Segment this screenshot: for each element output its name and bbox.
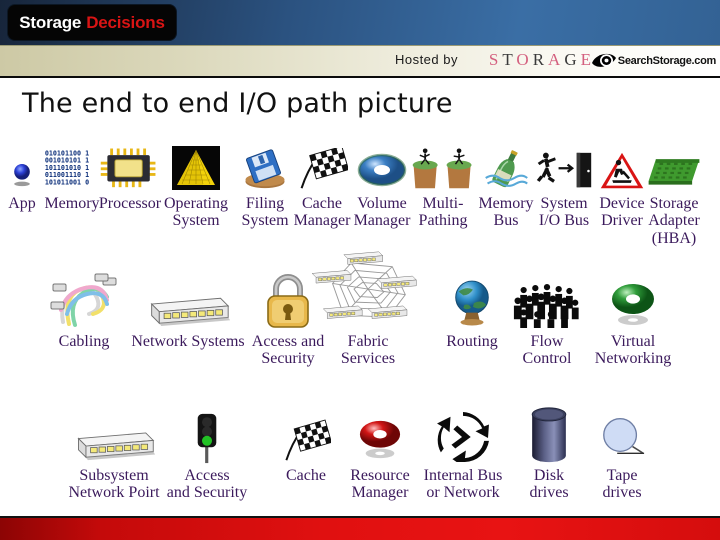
switch-device-icon xyxy=(144,293,232,327)
storage-letter: T xyxy=(502,50,517,69)
header-blue-band: Storage Decisions xyxy=(0,0,720,45)
component-label: Cabling xyxy=(58,333,110,350)
floppy-disk-icon xyxy=(239,148,291,190)
torus-ring-icon xyxy=(357,150,407,190)
component-label: Virtual Networking xyxy=(594,333,672,368)
yellow-pyramid-icon xyxy=(172,146,220,190)
blue-sphere-icon xyxy=(9,156,35,190)
storage-decisions-logo: Storage Decisions xyxy=(8,5,176,40)
storage-letter: R xyxy=(532,50,549,69)
two-cliff-hikers-icon xyxy=(410,146,476,190)
padlock-icon xyxy=(263,270,313,330)
component-label: Tape drives xyxy=(602,467,642,502)
io-path-diagram: App 010101100 1 001010101 1 101101010 1 0110… xyxy=(0,130,720,518)
slide-title: The end to end I/O path picture xyxy=(22,88,453,119)
searchstorage-brand-text: SearchStorage.com xyxy=(617,55,717,67)
searchstorage-logo: SearchStorage.com xyxy=(591,49,716,73)
green-board-icon xyxy=(645,152,703,190)
runner-door-icon xyxy=(535,148,593,190)
binary-digits-icon: 010101100 1 001010101 1 101101010 1 0110011… xyxy=(43,148,101,188)
hosted-by-label: Hosted by xyxy=(394,52,458,67)
tangled-cables-icon xyxy=(49,270,119,330)
traffic-light-icon xyxy=(194,410,220,464)
roadworks-sign-icon xyxy=(599,150,645,190)
recycle-arrows-icon xyxy=(436,412,490,462)
checkered-flag-icon xyxy=(296,148,348,190)
globe-icon xyxy=(449,276,495,328)
crowd-people-icon xyxy=(511,282,583,328)
svg-text:101011001 0: 101011001 0 xyxy=(45,178,89,186)
storage-letter: A xyxy=(548,50,565,69)
storage-letter: G xyxy=(564,50,581,69)
switch-device-icon xyxy=(71,427,157,461)
logo-primary-text: Storage xyxy=(19,12,82,32)
tape-reel-icon xyxy=(598,414,646,460)
champagne-bottle-icon xyxy=(482,146,530,190)
eye-icon xyxy=(591,53,616,67)
red-torus-icon xyxy=(354,418,406,462)
disk-cylinder-icon xyxy=(528,406,570,464)
storage-magazine-wordmark: STORAGE xyxy=(489,50,595,70)
footer-red-bar xyxy=(0,516,720,540)
component-label: Fabric Services xyxy=(340,333,396,368)
green-torus-icon xyxy=(606,282,660,328)
mesh-fabric-icon xyxy=(312,246,424,332)
storage-letter: O xyxy=(516,50,533,69)
storage-letter: S xyxy=(488,50,503,69)
cpu-chip-icon xyxy=(97,146,163,190)
component-label: Storage Adapter (HBA) xyxy=(648,195,700,247)
logo-secondary-text: Decisions xyxy=(86,12,165,32)
checkered-flag-icon xyxy=(281,416,331,462)
